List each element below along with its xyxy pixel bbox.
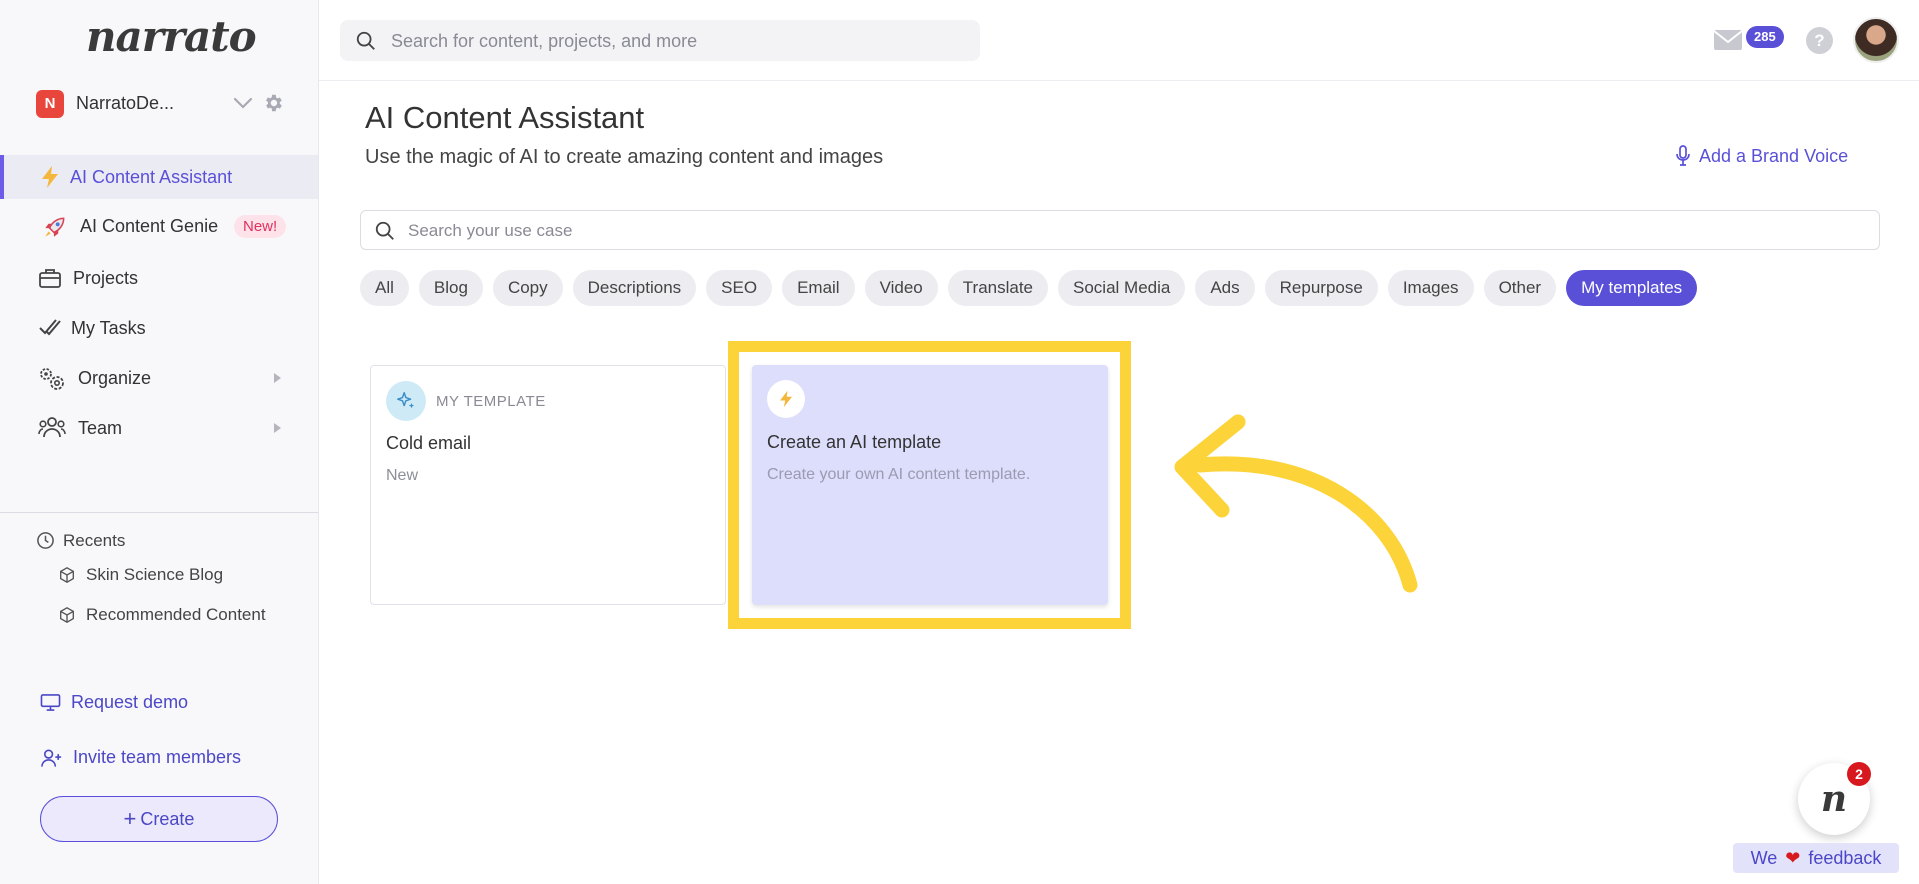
page-subtitle: Use the magic of AI to create amazing co… <box>365 146 884 168</box>
feedback-prefix: We <box>1750 847 1778 868</box>
request-demo-label: Request demo <box>71 692 189 712</box>
narrato-logo[interactable]: narrato <box>86 12 257 61</box>
microphone-icon <box>1676 145 1690 166</box>
chip-repurpose[interactable]: Repurpose <box>1264 270 1378 306</box>
chevron-down-icon[interactable] <box>233 96 253 110</box>
clock-icon <box>36 531 55 550</box>
chip-ads[interactable]: Ads <box>1195 270 1255 306</box>
sidebar-item-label: Team <box>78 417 123 438</box>
recents-heading: Recents <box>63 531 126 550</box>
recent-item-label: Recommended Content <box>86 605 266 624</box>
gear-icon[interactable] <box>262 92 284 114</box>
briefcase-icon <box>38 266 62 290</box>
card-title: Cold email <box>386 433 472 453</box>
sidebar-item-ai-content-genie[interactable]: AI Content Genie New! <box>0 204 318 248</box>
card-title: Create an AI template <box>767 432 942 452</box>
new-badge: New! <box>234 215 287 238</box>
usecase-search[interactable] <box>360 210 1880 251</box>
chip-seo[interactable]: SEO <box>706 270 773 306</box>
chip-email[interactable]: Email <box>782 270 855 306</box>
chevron-right-icon <box>274 423 281 433</box>
sidebar-item-label: AI Content Genie <box>80 215 219 236</box>
mail-count-badge: 285 <box>1746 26 1784 48</box>
create-button[interactable]: + Create <box>40 796 278 842</box>
gears-icon <box>38 366 64 390</box>
lightning-icon <box>767 380 805 418</box>
add-user-icon <box>41 749 62 767</box>
chip-my-templates[interactable]: My templates <box>1566 270 1698 306</box>
narrato-n-icon: n <box>1820 778 1848 820</box>
card-kicker: MY TEMPLATE <box>436 393 546 410</box>
chevron-right-icon <box>274 373 281 383</box>
feedback-button[interactable]: We ❤ feedback <box>1733 843 1899 873</box>
sidebar: narrato N NarratoDe... AI Content Assist… <box>0 0 319 884</box>
recent-item-skin-science-blog[interactable]: Skin Science Blog <box>58 565 223 585</box>
sidebar-item-my-tasks[interactable]: My Tasks <box>0 306 318 350</box>
invite-team-members-link[interactable]: Invite team members <box>40 747 241 768</box>
lightning-icon <box>38 165 62 189</box>
chip-images[interactable]: Images <box>1387 270 1474 306</box>
cube-icon <box>60 567 74 583</box>
sidebar-item-organize[interactable]: Organize <box>0 356 318 400</box>
mail-icon[interactable] <box>1713 29 1743 51</box>
card-description: Create your own AI content template. <box>767 466 1031 483</box>
chip-social-media[interactable]: Social Media <box>1058 270 1186 306</box>
plus-icon: + <box>123 806 137 831</box>
checkmark-icon <box>38 316 62 340</box>
sidebar-item-label: Organize <box>78 367 152 388</box>
monitor-icon <box>40 694 61 711</box>
pointer-arrow-annotation <box>1160 400 1420 600</box>
team-icon <box>38 416 66 440</box>
feedback-label: feedback <box>1808 847 1882 868</box>
chip-copy[interactable]: Copy <box>492 270 563 306</box>
sidebar-item-team[interactable]: Team <box>0 406 318 450</box>
sidebar-item-label: Projects <box>73 267 139 288</box>
chip-descriptions[interactable]: Descriptions <box>572 270 697 306</box>
sidebar-item-label: My Tasks <box>71 317 146 338</box>
topbar-divider <box>319 80 1919 81</box>
sparkle-icon <box>386 381 426 421</box>
global-search-input[interactable] <box>389 20 963 63</box>
chip-translate[interactable]: Translate <box>947 270 1049 306</box>
sidebar-item-projects[interactable]: Projects <box>0 256 318 300</box>
request-demo-link[interactable]: Request demo <box>40 692 188 713</box>
page-title: AI Content Assistant <box>365 100 645 135</box>
add-brand-voice-label: Add a Brand Voice <box>1699 145 1849 166</box>
user-avatar[interactable] <box>1853 17 1899 63</box>
category-filters: All Blog Copy Descriptions SEO Email Vid… <box>360 270 1698 306</box>
chip-blog[interactable]: Blog <box>418 270 483 306</box>
add-brand-voice-link[interactable]: Add a Brand Voice <box>1675 145 1848 167</box>
create-ai-template-card[interactable]: Create an AI template Create your own AI… <box>752 365 1108 605</box>
sidebar-item-ai-content-assistant[interactable]: AI Content Assistant <box>0 155 318 199</box>
cube-icon <box>60 607 74 623</box>
search-icon <box>374 220 396 242</box>
sidebar-item-label: AI Content Assistant <box>70 166 233 187</box>
chip-video[interactable]: Video <box>864 270 938 306</box>
search-icon <box>355 30 377 52</box>
recent-item-label: Skin Science Blog <box>86 565 224 584</box>
template-card-cold-email[interactable]: MY TEMPLATE Cold email New <box>370 365 726 605</box>
invite-label: Invite team members <box>73 747 242 767</box>
workspace-name[interactable]: NarratoDe... <box>76 93 174 114</box>
card-description: New <box>386 467 419 484</box>
chip-all[interactable]: All <box>360 270 409 306</box>
workspace-avatar[interactable]: N <box>36 90 64 118</box>
rocket-icon <box>42 214 66 238</box>
usecase-search-input[interactable] <box>406 211 1860 251</box>
chip-other[interactable]: Other <box>1483 270 1557 306</box>
heart-icon: ❤ <box>1785 847 1801 868</box>
chat-unread-badge: 2 <box>1847 762 1871 786</box>
sidebar-divider <box>0 512 318 513</box>
create-label: Create <box>140 808 195 829</box>
help-icon[interactable]: ? <box>1806 27 1833 54</box>
global-search[interactable] <box>340 20 980 63</box>
recent-item-recommended-content[interactable]: Recommended Content <box>58 605 266 625</box>
